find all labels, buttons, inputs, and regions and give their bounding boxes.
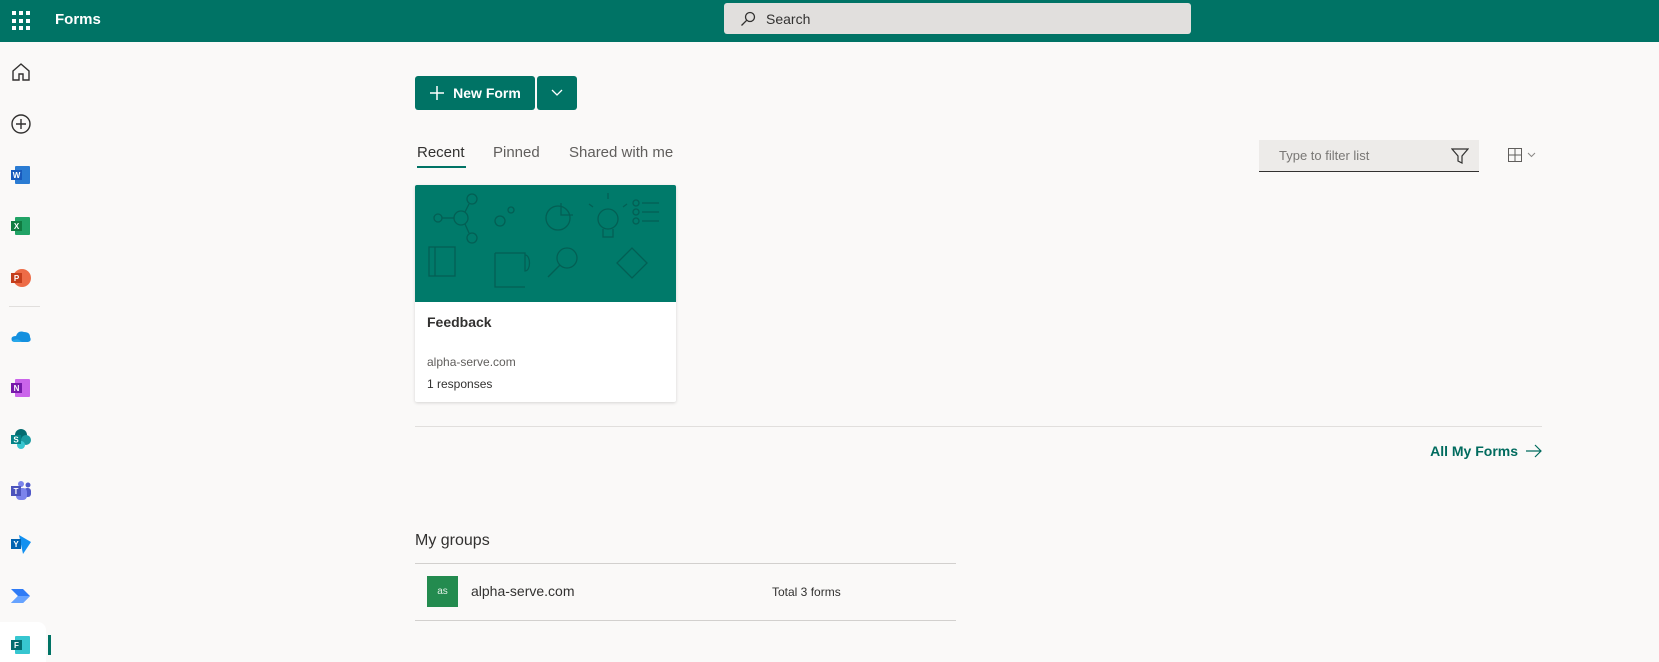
tab-recent[interactable]: Recent (417, 144, 465, 161)
form-card-thumbnail (415, 185, 676, 302)
forms-icon[interactable]: F (9, 633, 33, 657)
chevron-down-icon (1527, 152, 1536, 158)
teams-icon[interactable]: T (9, 479, 33, 503)
form-owner: alpha-serve.com (427, 355, 516, 369)
group-row[interactable]: as alpha-serve.com Total 3 forms (415, 567, 956, 619)
grid-view-icon (1508, 148, 1522, 162)
power-automate-icon[interactable] (9, 584, 33, 608)
onenote-icon[interactable]: N (9, 376, 33, 400)
new-form-button[interactable]: New Form (415, 76, 535, 110)
sharepoint-icon[interactable]: S (9, 427, 33, 451)
svg-text:Y: Y (13, 540, 19, 549)
my-groups-heading: My groups (415, 532, 490, 549)
form-card[interactable]: Feedback alpha-serve.com 1 responses (415, 185, 676, 402)
view-toggle-button[interactable] (1508, 148, 1536, 162)
search-placeholder: Search (766, 10, 811, 27)
svg-text:P: P (14, 274, 20, 283)
all-my-forms-label: All My Forms (1430, 443, 1518, 459)
filter-placeholder: Type to filter list (1279, 148, 1370, 163)
filter-input[interactable]: Type to filter list (1259, 140, 1479, 172)
app-title[interactable]: Forms (55, 11, 101, 28)
group-name: alpha-serve.com (471, 583, 575, 599)
groups-bottom-divider (415, 620, 956, 621)
active-tab-indicator (417, 166, 466, 168)
tab-pinned[interactable]: Pinned (493, 144, 540, 161)
app-launcher-icon[interactable] (12, 11, 32, 31)
excel-icon[interactable]: X (9, 214, 33, 238)
svg-text:F: F (14, 641, 19, 650)
onedrive-icon[interactable] (9, 324, 33, 348)
new-form-label: New Form (453, 85, 521, 101)
sidebar-active-indicator (48, 635, 51, 655)
tab-shared-with-me[interactable]: Shared with me (569, 144, 673, 161)
svg-text:N: N (14, 384, 20, 393)
svg-text:W: W (13, 171, 21, 180)
group-avatar: as (427, 576, 458, 607)
form-title: Feedback (427, 314, 492, 330)
svg-text:X: X (14, 222, 20, 231)
filter-icon[interactable] (1451, 147, 1469, 165)
new-form-dropdown-button[interactable] (537, 76, 577, 110)
groups-divider (415, 563, 956, 564)
chevron-down-icon (551, 89, 563, 96)
search-icon (741, 11, 756, 26)
form-responses: 1 responses (427, 377, 493, 391)
search-input[interactable]: Search (724, 3, 1191, 34)
top-bar: Forms Search (0, 0, 1659, 42)
group-form-count: Total 3 forms (772, 585, 841, 599)
yammer-icon[interactable]: Y (9, 532, 33, 556)
home-icon[interactable] (9, 60, 33, 84)
powerpoint-icon[interactable]: P (9, 266, 33, 290)
create-icon[interactable] (9, 112, 33, 136)
svg-text:T: T (14, 487, 19, 496)
plus-icon (430, 86, 445, 100)
section-divider (415, 426, 1542, 427)
word-icon[interactable]: W (9, 163, 33, 187)
arrow-right-icon (1526, 444, 1542, 458)
svg-text:S: S (13, 436, 19, 445)
sidebar-divider (9, 306, 40, 307)
all-my-forms-link[interactable]: All My Forms (1430, 443, 1542, 459)
